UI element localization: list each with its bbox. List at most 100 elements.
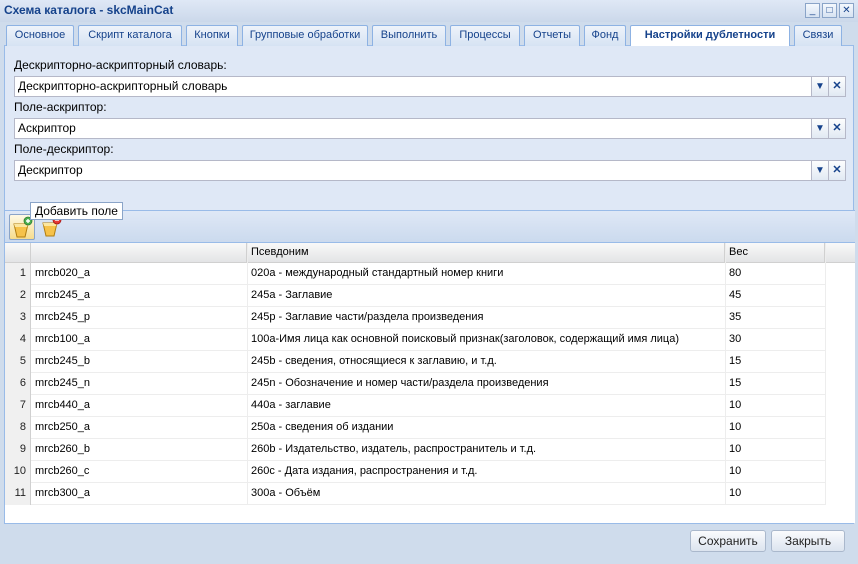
tab-links[interactable]: Связи	[794, 25, 842, 46]
weight-cell: 10	[729, 487, 742, 499]
table-row[interactable]: 11 mrcb300_a 300a - Объём 10	[5, 483, 825, 505]
tab-catalog-script[interactable]: Скрипт каталога	[78, 25, 182, 46]
window-title: Схема каталога - skcMainCat	[4, 3, 174, 17]
field-cell: mrcb260_b	[35, 443, 91, 455]
ascriptor-label: Поле-аскриптор:	[14, 100, 107, 114]
ascriptor-input[interactable]: Аскриптор	[14, 118, 812, 139]
close-icon[interactable]: ✕	[839, 3, 854, 18]
table-row[interactable]: 8 mrcb250_a 250a - сведения об издании 10	[5, 417, 825, 439]
alias-cell: 245b - сведения, относящиеся к заглавию,…	[251, 355, 497, 367]
alias-cell: 250a - сведения об издании	[251, 421, 394, 433]
alias-cell: 245n - Обозначение и номер части/раздела…	[251, 377, 549, 389]
row-number: 11	[5, 483, 31, 505]
descriptor-input[interactable]: Дескриптор	[14, 160, 812, 181]
weight-cell: 15	[729, 355, 742, 367]
tab-execute[interactable]: Выполнить	[372, 25, 446, 46]
weight-cell: 10	[729, 465, 742, 477]
add-field-tooltip: Добавить поле	[30, 202, 123, 220]
dictionary-label: Дескрипторно-аскрипторный словарь:	[14, 58, 227, 72]
dictionary-input[interactable]: Дескрипторно-аскрипторный словарь	[14, 76, 812, 97]
alias-cell: 245a - Заглавие	[251, 289, 333, 301]
header-field[interactable]	[31, 243, 247, 263]
field-cell: mrcb245_b	[35, 355, 91, 367]
alias-cell: 300a - Объём	[251, 487, 321, 499]
tab-processes[interactable]: Процессы	[450, 25, 520, 46]
descriptor-combo: Дескриптор ▼ ✕	[14, 160, 846, 181]
column-divider	[825, 243, 826, 505]
header-weight[interactable]: Вес	[725, 243, 825, 263]
weight-cell: 80	[729, 267, 742, 279]
row-number: 2	[5, 285, 31, 307]
duplicate-fields-grid: Псевдоним Вес 1 mrcb020_a 020a - междунаро…	[5, 242, 855, 523]
column-divider	[725, 243, 726, 505]
save-button[interactable]: Сохранить	[690, 530, 766, 552]
row-number: 10	[5, 461, 31, 483]
field-cell: mrcb245_a	[35, 289, 91, 301]
clear-icon[interactable]: ✕	[829, 118, 846, 139]
table-row[interactable]: 4 mrcb100_a 100a-Имя лица как основной пои…	[5, 329, 825, 351]
row-number: 5	[5, 351, 31, 373]
row-number: 6	[5, 373, 31, 395]
tab-strip: Основное Скрипт каталога Кнопки Групповы…	[4, 22, 854, 47]
alias-cell: 020a - международный стандартный номер к…	[251, 267, 504, 279]
clear-icon[interactable]: ✕	[829, 76, 846, 97]
table-row[interactable]: 5 mrcb245_b 245b - сведения, относящиеся к…	[5, 351, 825, 373]
row-number: 7	[5, 395, 31, 417]
header-alias[interactable]: Псевдоним	[247, 243, 725, 263]
field-cell: mrcb250_a	[35, 421, 91, 433]
chevron-down-icon[interactable]: ▼	[812, 160, 829, 181]
weight-cell: 10	[729, 399, 742, 411]
table-row[interactable]: 9 mrcb260_b 260b - Издательство, издатель,…	[5, 439, 825, 461]
field-cell: mrcb440_a	[35, 399, 91, 411]
maximize-icon[interactable]: □	[822, 3, 837, 18]
field-cell: mrcb300_a	[35, 487, 91, 499]
field-cell: mrcb260_c	[35, 465, 90, 477]
ascriptor-combo: Аскриптор ▼ ✕	[14, 118, 846, 139]
grid-header: Псевдоним Вес	[5, 243, 855, 263]
table-row[interactable]: 1 mrcb020_a 020a - международный стандартн…	[5, 263, 825, 285]
field-cell: mrcb245_n	[35, 377, 91, 389]
field-cell: mrcb100_a	[35, 333, 91, 345]
weight-cell: 10	[729, 443, 742, 455]
duplicate-settings-panel: Дескрипторно-аскрипторный словарь: Дескр…	[4, 46, 855, 524]
table-row[interactable]: 2 mrcb245_a 245a - Заглавие 45	[5, 285, 825, 307]
tab-duplicate-settings[interactable]: Настройки дублетности	[630, 25, 790, 47]
alias-cell: 440a - заглавие	[251, 399, 331, 411]
chevron-down-icon[interactable]: ▼	[812, 118, 829, 139]
alias-cell: 100a-Имя лица как основной поисковый при…	[251, 333, 680, 345]
weight-cell: 30	[729, 333, 742, 345]
row-number: 9	[5, 439, 31, 461]
minimize-icon[interactable]: _	[805, 3, 820, 18]
close-button[interactable]: Закрыть	[771, 530, 845, 552]
tab-fund[interactable]: Фонд	[584, 25, 626, 46]
row-number: 8	[5, 417, 31, 439]
alias-cell: 260c - Дата издания, распространения и т…	[251, 465, 478, 477]
row-number: 4	[5, 329, 31, 351]
alias-cell: 260b - Издательство, издатель, распростр…	[251, 443, 537, 455]
tab-group-processing[interactable]: Групповые обработки	[242, 25, 368, 46]
descriptor-label: Поле-дескриптор:	[14, 142, 114, 156]
alias-cell: 245p - Заглавие части/раздела произведен…	[251, 311, 484, 323]
weight-cell: 45	[729, 289, 742, 301]
clear-icon[interactable]: ✕	[829, 160, 846, 181]
column-divider	[247, 243, 248, 505]
catalog-schema-window: Схема каталога - skcMainCat _ □ ✕ Основн…	[0, 0, 858, 564]
field-cell: mrcb245_p	[35, 311, 91, 323]
window-titlebar[interactable]: Схема каталога - skcMainCat _ □ ✕	[0, 0, 858, 22]
tab-reports[interactable]: Отчеты	[524, 25, 580, 46]
tab-main[interactable]: Основное	[6, 25, 74, 46]
chevron-down-icon[interactable]: ▼	[812, 76, 829, 97]
weight-cell: 15	[729, 377, 742, 389]
table-row[interactable]: 10 mrcb260_c 260c - Дата издания, распрост…	[5, 461, 825, 483]
weight-cell: 10	[729, 421, 742, 433]
field-cell: mrcb020_a	[35, 267, 91, 279]
table-row[interactable]: 6 mrcb245_n 245n - Обозначение и номер час…	[5, 373, 825, 395]
row-number: 1	[5, 263, 31, 285]
grid-toolbar	[5, 210, 855, 242]
tab-buttons[interactable]: Кнопки	[186, 25, 238, 46]
row-number: 3	[5, 307, 31, 329]
table-row[interactable]: 7 mrcb440_a 440a - заглавие 10	[5, 395, 825, 417]
weight-cell: 35	[729, 311, 742, 323]
header-rownum	[5, 243, 31, 263]
table-row[interactable]: 3 mrcb245_p 245p - Заглавие части/раздела …	[5, 307, 825, 329]
